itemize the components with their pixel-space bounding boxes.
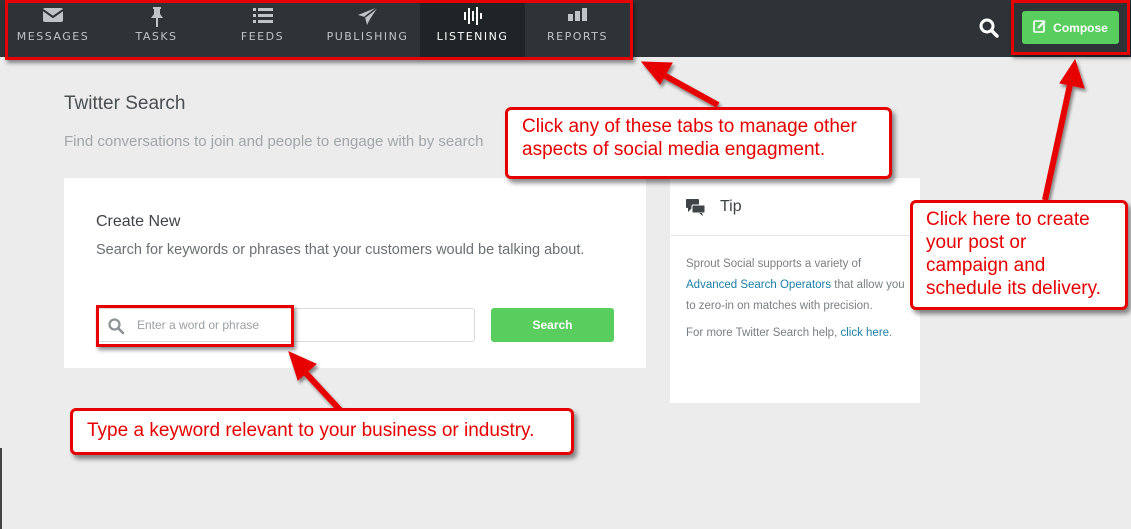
tabs-callout: Click any of these tabs to manage other … (505, 107, 892, 179)
arrow-to-compose (1042, 79, 1074, 201)
keyword-callout: Type a keyword relevant to your business… (70, 408, 574, 455)
arrow-to-tabs (658, 70, 720, 108)
compose-callout: Click here to create your post or campai… (910, 200, 1128, 310)
arrow-to-input (300, 367, 343, 413)
